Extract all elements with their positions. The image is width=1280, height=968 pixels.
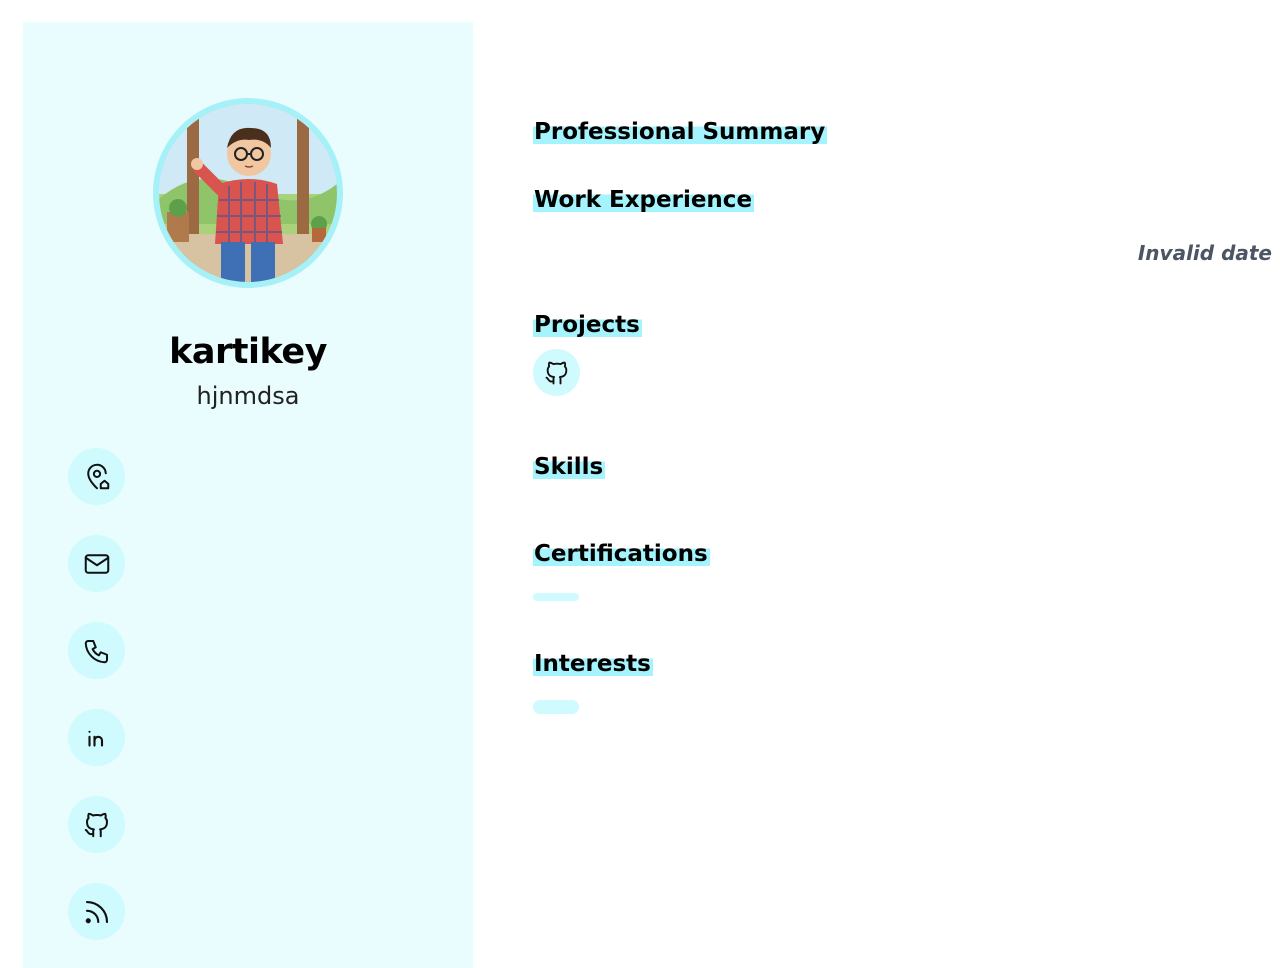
- linkedin-button[interactable]: [68, 709, 125, 766]
- linkedin-icon: [87, 730, 103, 747]
- main-content: Professional Summary Work Experience Inv…: [533, 0, 1280, 968]
- profile-subtitle: hjnmdsa: [196, 382, 300, 410]
- email-button[interactable]: [68, 535, 125, 592]
- section-professional-summary: Professional Summary: [533, 119, 828, 145]
- phone-button[interactable]: [68, 622, 125, 679]
- section-projects: Projects: [533, 312, 642, 338]
- mail-icon: [84, 553, 109, 574]
- sidebar: kartikey hjnmdsa: [23, 22, 473, 968]
- section-certifications: Certifications: [533, 541, 710, 567]
- rss-button[interactable]: [68, 883, 125, 940]
- profile-name: kartikey: [169, 332, 327, 372]
- avatar: [153, 98, 343, 288]
- github-icon: [545, 361, 567, 384]
- section-work-experience: Work Experience: [533, 187, 755, 213]
- project-github-link[interactable]: [533, 349, 580, 396]
- section-skills: Skills: [533, 454, 606, 480]
- phone-icon: [84, 639, 108, 663]
- location-pin-home-icon: [86, 463, 109, 489]
- certification-placeholder: [533, 593, 579, 601]
- avatar-illustration: [159, 104, 337, 282]
- resume-page: kartikey hjnmdsa Professional Summary Wo…: [0, 0, 1280, 968]
- github-icon: [84, 812, 108, 837]
- rss-icon: [85, 900, 108, 923]
- experience-date: Invalid date: [1137, 241, 1272, 265]
- section-interests: Interests: [533, 651, 653, 677]
- location-button[interactable]: [68, 448, 125, 505]
- github-button[interactable]: [68, 796, 125, 853]
- interest-tag: [533, 700, 579, 714]
